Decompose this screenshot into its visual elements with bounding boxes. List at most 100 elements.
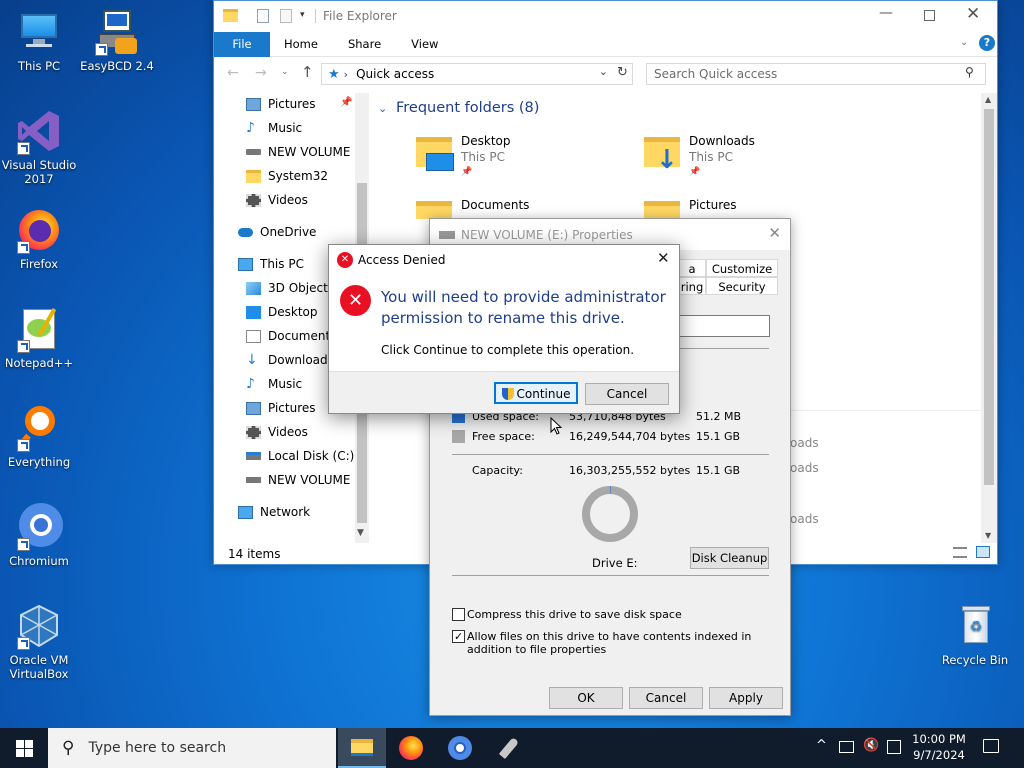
- clock-time: 10:00 PM: [912, 732, 966, 746]
- access-denied-dialog: ✕ Access Denied ✕ ✕ You will need to pro…: [328, 244, 680, 414]
- close-icon[interactable]: ✕: [657, 249, 670, 267]
- help-icon[interactable]: ?: [979, 35, 995, 51]
- nav-item-desktop[interactable]: Desktop: [246, 301, 318, 323]
- new-folder-quick-icon[interactable]: [280, 9, 292, 23]
- tab-customize[interactable]: Customize: [706, 259, 778, 277]
- properties-quick-icon[interactable]: [257, 9, 269, 23]
- notification-status-icon[interactable]: [887, 740, 901, 754]
- start-button[interactable]: [0, 728, 48, 768]
- index-checkbox[interactable]: ✓: [452, 630, 465, 643]
- nav-item-network[interactable]: Network: [238, 501, 310, 523]
- compress-checkbox[interactable]: ✓: [452, 608, 465, 621]
- folder-tile-desktop[interactable]: Desktop This PC 📌: [414, 131, 614, 181]
- scroll-up-icon[interactable]: ▲: [985, 95, 991, 104]
- shortcut-arrow-icon: [17, 637, 30, 650]
- taskbar-file-explorer[interactable]: [338, 728, 386, 768]
- scroll-down-icon[interactable]: ▼: [357, 528, 364, 538]
- search-input[interactable]: Search Quick access: [646, 63, 986, 85]
- nav-item-music-pinned[interactable]: ♪ Music: [246, 117, 302, 139]
- nav-item-music[interactable]: ♪ Music: [246, 373, 302, 395]
- large-icons-view-icon[interactable]: [976, 546, 990, 558]
- tab-file[interactable]: File: [214, 31, 270, 57]
- desktop-icon-recycle-bin[interactable]: ♻ Recycle Bin: [936, 602, 1014, 667]
- desktop-icon-visual-studio[interactable]: Visual Studio 2017: [0, 107, 78, 186]
- cancel-button[interactable]: Cancel: [585, 383, 669, 405]
- desktop-icon-chromium[interactable]: Chromium: [0, 503, 78, 568]
- drive-letter-label: Drive E:: [592, 556, 638, 570]
- ok-button[interactable]: OK: [549, 687, 623, 709]
- desktop-icon-virtualbox[interactable]: Oracle VM VirtualBox: [0, 602, 78, 681]
- capacity-size: 15.1 GB: [696, 464, 741, 477]
- customize-toolbar-icon[interactable]: ▾: [300, 10, 305, 20]
- nav-item-pictures[interactable]: Pictures: [246, 397, 316, 419]
- tab-home[interactable]: Home: [270, 32, 333, 57]
- volume-muted-icon[interactable]: 🔇: [863, 738, 879, 753]
- volume-label-input[interactable]: [678, 315, 770, 337]
- title-separator: [315, 9, 316, 23]
- content-scrollbar[interactable]: ▲ ▼: [981, 93, 997, 543]
- folder-icon: [246, 169, 261, 183]
- continue-button[interactable]: Continue: [494, 382, 578, 404]
- collapse-chevron-icon[interactable]: ⌄: [378, 102, 387, 115]
- close-button[interactable]: ✕: [966, 4, 980, 24]
- cancel-button[interactable]: Cancel: [629, 687, 703, 709]
- folder-tile-pictures[interactable]: Pictures: [642, 195, 842, 219]
- scroll-down-icon[interactable]: ▼: [985, 531, 991, 540]
- recent-locations-icon[interactable]: ⌄: [281, 67, 289, 77]
- up-arrow-icon[interactable]: ↑: [301, 63, 314, 81]
- desktop-icon-easybcd[interactable]: EasyBCD 2.4: [78, 8, 156, 73]
- network-status-icon[interactable]: [839, 741, 854, 753]
- tab-share[interactable]: Share: [333, 32, 396, 57]
- tab-sharing[interactable]: ring: [678, 277, 706, 295]
- show-hidden-icons-chevron[interactable]: ^: [816, 738, 827, 753]
- address-bar[interactable]: ★ › Quick access ⌄: [321, 63, 633, 85]
- nav-item-videos[interactable]: Videos: [246, 421, 308, 443]
- close-icon[interactable]: ✕: [768, 224, 781, 242]
- nav-item-pictures-pinned[interactable]: Pictures: [246, 93, 316, 115]
- taskbar-app[interactable]: [485, 728, 533, 768]
- expand-ribbon-icon[interactable]: ⌄: [960, 37, 968, 48]
- dialog-hint: Click Continue to complete this operatio…: [381, 343, 635, 357]
- nav-item-new-volume-pinned[interactable]: NEW VOLUME (E:): [246, 141, 354, 163]
- frequent-folders-header[interactable]: Frequent folders (8): [396, 100, 539, 116]
- videos-icon: [246, 425, 261, 439]
- desktop-icon-firefox[interactable]: Firefox: [0, 206, 78, 271]
- forward-arrow-icon[interactable]: →: [255, 65, 267, 81]
- free-space-label: Free space:: [472, 430, 535, 443]
- nav-item-3d-objects[interactable]: 3D Objects: [246, 277, 334, 299]
- nav-item-local-disk-c[interactable]: Local Disk (C:): [246, 445, 354, 467]
- nav-item-onedrive[interactable]: OneDrive: [238, 221, 316, 243]
- checkmark-icon: ✓: [454, 630, 464, 643]
- tab-view[interactable]: View: [396, 32, 453, 57]
- desktop-icon-this-pc[interactable]: This PC: [0, 8, 78, 73]
- refresh-icon[interactable]: ↻: [617, 65, 628, 80]
- action-center-icon[interactable]: [983, 739, 999, 753]
- title-bar: ▾ File Explorer — ✕: [214, 1, 997, 32]
- nav-item-system32[interactable]: System32: [246, 165, 328, 187]
- shortcut-arrow-icon: [17, 340, 30, 353]
- folder-tile-downloads[interactable]: ↓ Downloads This PC 📌: [642, 131, 842, 181]
- minimize-button[interactable]: —: [876, 5, 896, 25]
- desktop-icon-notepadpp[interactable]: Notepad++: [0, 305, 78, 370]
- content-scrollbar-thumb[interactable]: [984, 109, 994, 485]
- taskbar-chromium[interactable]: [436, 728, 484, 768]
- taskbar-firefox[interactable]: [387, 728, 435, 768]
- nav-item-new-volume[interactable]: NEW VOLUME (E:): [246, 469, 354, 491]
- clock[interactable]: 10:00 PM 9/7/2024: [905, 731, 973, 763]
- folder-tile-documents[interactable]: Documents: [414, 195, 614, 219]
- tab-partial[interactable]: a: [678, 259, 706, 277]
- shortcut-arrow-icon: [17, 538, 30, 551]
- apply-button[interactable]: Apply: [709, 687, 783, 709]
- breadcrumb-chevron-icon: ›: [343, 67, 349, 81]
- back-arrow-icon[interactable]: ←: [227, 65, 239, 81]
- nav-item-videos-pinned[interactable]: Videos: [246, 189, 308, 211]
- maximize-button[interactable]: [924, 10, 935, 21]
- nav-item-this-pc[interactable]: This PC: [238, 253, 304, 275]
- taskbar-search-box[interactable]: ⚲ Type here to search: [48, 728, 336, 768]
- disk-cleanup-button[interactable]: Disk Cleanup: [690, 547, 769, 569]
- details-view-icon[interactable]: [953, 547, 967, 558]
- tab-security[interactable]: Security: [706, 277, 778, 295]
- desktop-icon-everything[interactable]: Everything: [0, 404, 78, 469]
- address-dropdown-icon[interactable]: ⌄: [599, 65, 608, 78]
- computer-icon: [238, 257, 253, 271]
